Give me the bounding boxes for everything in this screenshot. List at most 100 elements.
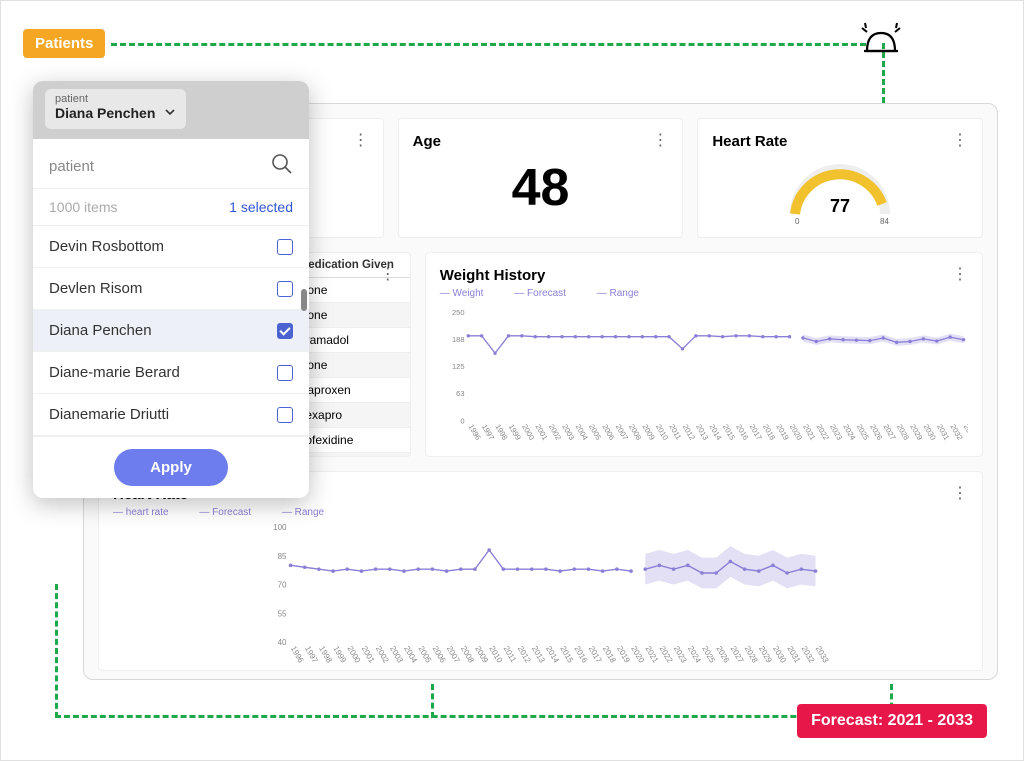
svg-text:2025: 2025 — [700, 645, 717, 665]
gauge-min: 0 — [795, 217, 800, 224]
svg-text:2011: 2011 — [502, 645, 519, 665]
svg-text:2005: 2005 — [587, 423, 603, 442]
svg-text:2004: 2004 — [402, 645, 419, 665]
search-placeholder[interactable]: patient — [49, 158, 94, 175]
annotation-dash-top — [111, 43, 866, 46]
card-heart-rate: Heart Rate ⋮ 77 0 84 — [697, 118, 983, 238]
svg-text:2030: 2030 — [771, 645, 788, 665]
selected-count: 1 selected — [229, 199, 293, 215]
list-item[interactable]: Diane-marie Berard — [33, 352, 309, 394]
svg-text:2014: 2014 — [544, 645, 561, 665]
list-item[interactable]: Diana Penchen — [33, 310, 309, 352]
weight-more-icon[interactable]: ⋮ — [952, 267, 968, 283]
annotation-dash-bottom — [55, 715, 895, 718]
card-age: Age ⋮ 48 — [398, 118, 684, 238]
svg-text:2002: 2002 — [547, 423, 563, 442]
search-icon[interactable] — [271, 153, 293, 180]
svg-text:2026: 2026 — [868, 423, 884, 442]
visits-more-icon[interactable]: ⋮ — [380, 267, 396, 283]
list-item-label: Devlen Risom — [49, 280, 142, 297]
svg-text:2003: 2003 — [388, 645, 405, 665]
svg-text:2010: 2010 — [654, 423, 670, 442]
svg-text:1996: 1996 — [466, 423, 482, 442]
svg-text:2032: 2032 — [948, 423, 964, 442]
svg-text:2015: 2015 — [721, 423, 737, 442]
svg-text:250: 250 — [452, 308, 465, 317]
checkbox[interactable] — [277, 407, 293, 423]
list-item-label: Devin Rosbottom — [49, 238, 164, 255]
svg-text:1999: 1999 — [506, 423, 522, 442]
age-more-icon[interactable]: ⋮ — [652, 133, 668, 149]
svg-text:2020: 2020 — [629, 645, 646, 665]
svg-text:2020: 2020 — [788, 423, 804, 442]
checkbox[interactable] — [277, 281, 293, 297]
svg-text:2030: 2030 — [921, 423, 937, 442]
hr-title: Heart Rate — [712, 133, 968, 150]
svg-text:2012: 2012 — [680, 423, 696, 442]
chip-label: patient — [55, 93, 176, 105]
svg-text:2009: 2009 — [640, 423, 656, 442]
svg-text:1999: 1999 — [331, 645, 348, 665]
list-item[interactable]: Dianemarie Driutti — [33, 394, 309, 436]
svg-text:1998: 1998 — [493, 423, 509, 442]
svg-text:2021: 2021 — [643, 645, 660, 665]
checkbox[interactable] — [277, 323, 293, 339]
svg-text:2006: 2006 — [431, 645, 448, 665]
weight-legend: — Weight — Forecast — Range — [440, 288, 968, 299]
svg-text:0: 0 — [460, 416, 464, 425]
forecast-badge: Forecast: 2021 - 2033 — [797, 704, 987, 738]
list-item-label: Diane-marie Berard — [49, 364, 180, 381]
checkbox[interactable] — [277, 239, 293, 255]
svg-text:63: 63 — [456, 389, 464, 398]
weight-title: Weight History — [440, 267, 968, 284]
svg-text:2005: 2005 — [416, 645, 433, 665]
hrhist-more-icon[interactable]: ⋮ — [952, 486, 968, 502]
weight-history-card: Weight History ⋮ — Weight — Forecast — R… — [425, 252, 983, 457]
checkbox[interactable] — [277, 365, 293, 381]
svg-text:2012: 2012 — [516, 645, 533, 665]
hr-more-icon[interactable]: ⋮ — [952, 133, 968, 149]
svg-text:2023: 2023 — [828, 423, 844, 442]
svg-text:2027: 2027 — [881, 423, 897, 442]
hr-chart: 4055708510019961997199819992000200120022… — [113, 522, 968, 672]
svg-text:55: 55 — [278, 609, 287, 618]
chip-value: Diana Penchen — [55, 105, 155, 121]
list-item[interactable]: Devlen Risom — [33, 268, 309, 310]
svg-text:1997: 1997 — [480, 423, 496, 442]
gauge-max: 84 — [880, 217, 889, 224]
svg-text:2008: 2008 — [627, 423, 643, 442]
svg-text:2016: 2016 — [734, 423, 750, 442]
svg-text:2022: 2022 — [658, 645, 675, 665]
svg-text:2002: 2002 — [374, 645, 391, 665]
hr-gauge-value: 77 — [830, 196, 850, 216]
svg-text:2013: 2013 — [694, 423, 710, 442]
svg-text:2001: 2001 — [360, 645, 377, 665]
svg-text:1996: 1996 — [289, 645, 306, 665]
chevron-down-icon — [164, 104, 176, 122]
svg-text:100: 100 — [273, 523, 287, 532]
patient-list[interactable]: Devin Rosbottom Devlen Risom Diana Penchen… — [33, 226, 309, 436]
patient-chip[interactable]: patient Diana Penchen — [45, 89, 186, 129]
svg-text:2024: 2024 — [686, 645, 703, 665]
svg-text:2033: 2033 — [814, 645, 831, 665]
svg-text:2018: 2018 — [761, 423, 777, 442]
svg-text:2009: 2009 — [473, 645, 490, 665]
svg-text:2029: 2029 — [908, 423, 924, 442]
age-title: Age — [413, 133, 669, 150]
hr-gauge: 77 0 84 — [780, 154, 900, 224]
apply-button[interactable]: Apply — [114, 449, 228, 486]
scrollbar-thumb[interactable] — [301, 289, 307, 311]
svg-text:2024: 2024 — [841, 423, 857, 442]
annotation-dash-left — [55, 584, 58, 718]
list-item-label: Dianemarie Driutti — [49, 406, 169, 423]
svg-text:2004: 2004 — [573, 423, 589, 442]
svg-text:2032: 2032 — [800, 645, 817, 665]
svg-text:2021: 2021 — [801, 423, 817, 442]
svg-text:2019: 2019 — [615, 645, 632, 665]
patient-popover: patient Diana Penchen patient 1000 items… — [33, 81, 309, 498]
svg-text:2025: 2025 — [854, 423, 870, 442]
svg-text:2015: 2015 — [558, 645, 575, 665]
weight-chart: 0631251882501996199719981999200020012002… — [440, 303, 968, 453]
card1-more-icon[interactable]: ⋮ — [353, 133, 369, 149]
list-item[interactable]: Devin Rosbottom — [33, 226, 309, 268]
